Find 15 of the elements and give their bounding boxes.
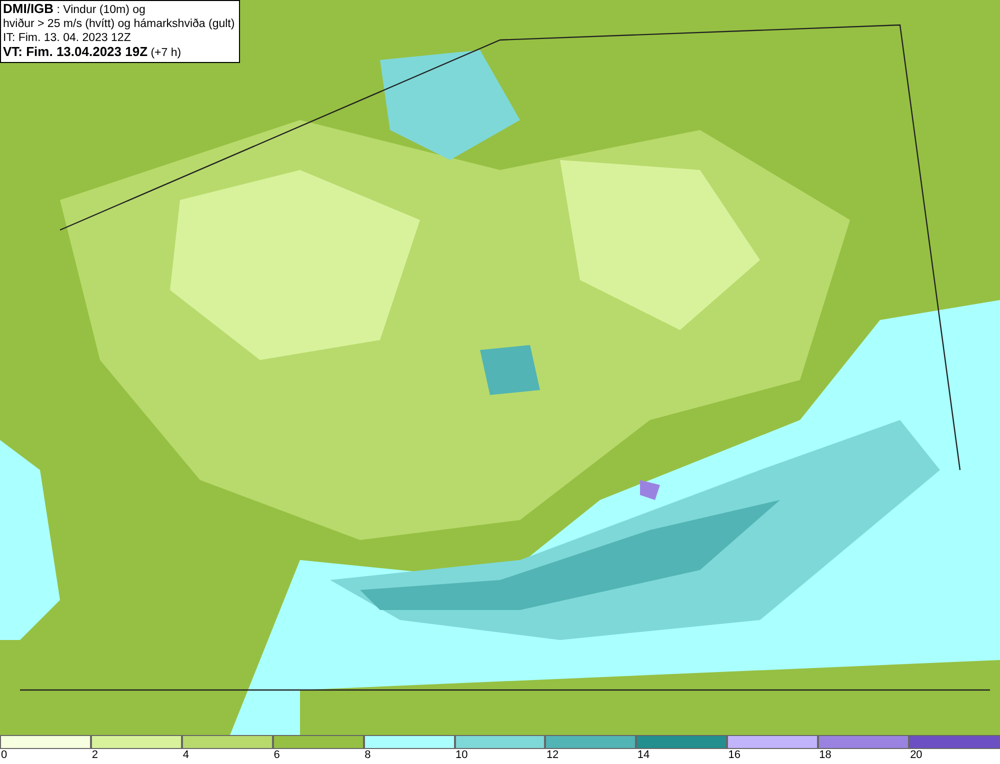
legend-label: 8 (364, 749, 371, 762)
legend-label: 0 (1, 749, 8, 762)
legend-label: 14 (637, 749, 650, 762)
legend-label: 2 (92, 749, 98, 762)
legend-label: 4 (182, 749, 189, 762)
legend-label: 18 (819, 749, 832, 762)
legend-label: 6 (274, 749, 280, 762)
legend-label: 16 (728, 749, 740, 762)
title-line: hviður > 25 m/s (hvítt) og hámarkshviða (gult) (3, 17, 235, 31)
legend-label: 20 (910, 749, 922, 762)
legend-label: 12 (546, 749, 559, 762)
title-line: IT: Fim. 13. 04. 2023 12Z (3, 31, 132, 45)
title-line: VT: Fim. 13.04.2023 19Z (+7 h) (3, 45, 182, 60)
title-line: DMI/IGB : Vindur (10m) og (3, 2, 146, 17)
legend-label: 10 (456, 749, 468, 762)
